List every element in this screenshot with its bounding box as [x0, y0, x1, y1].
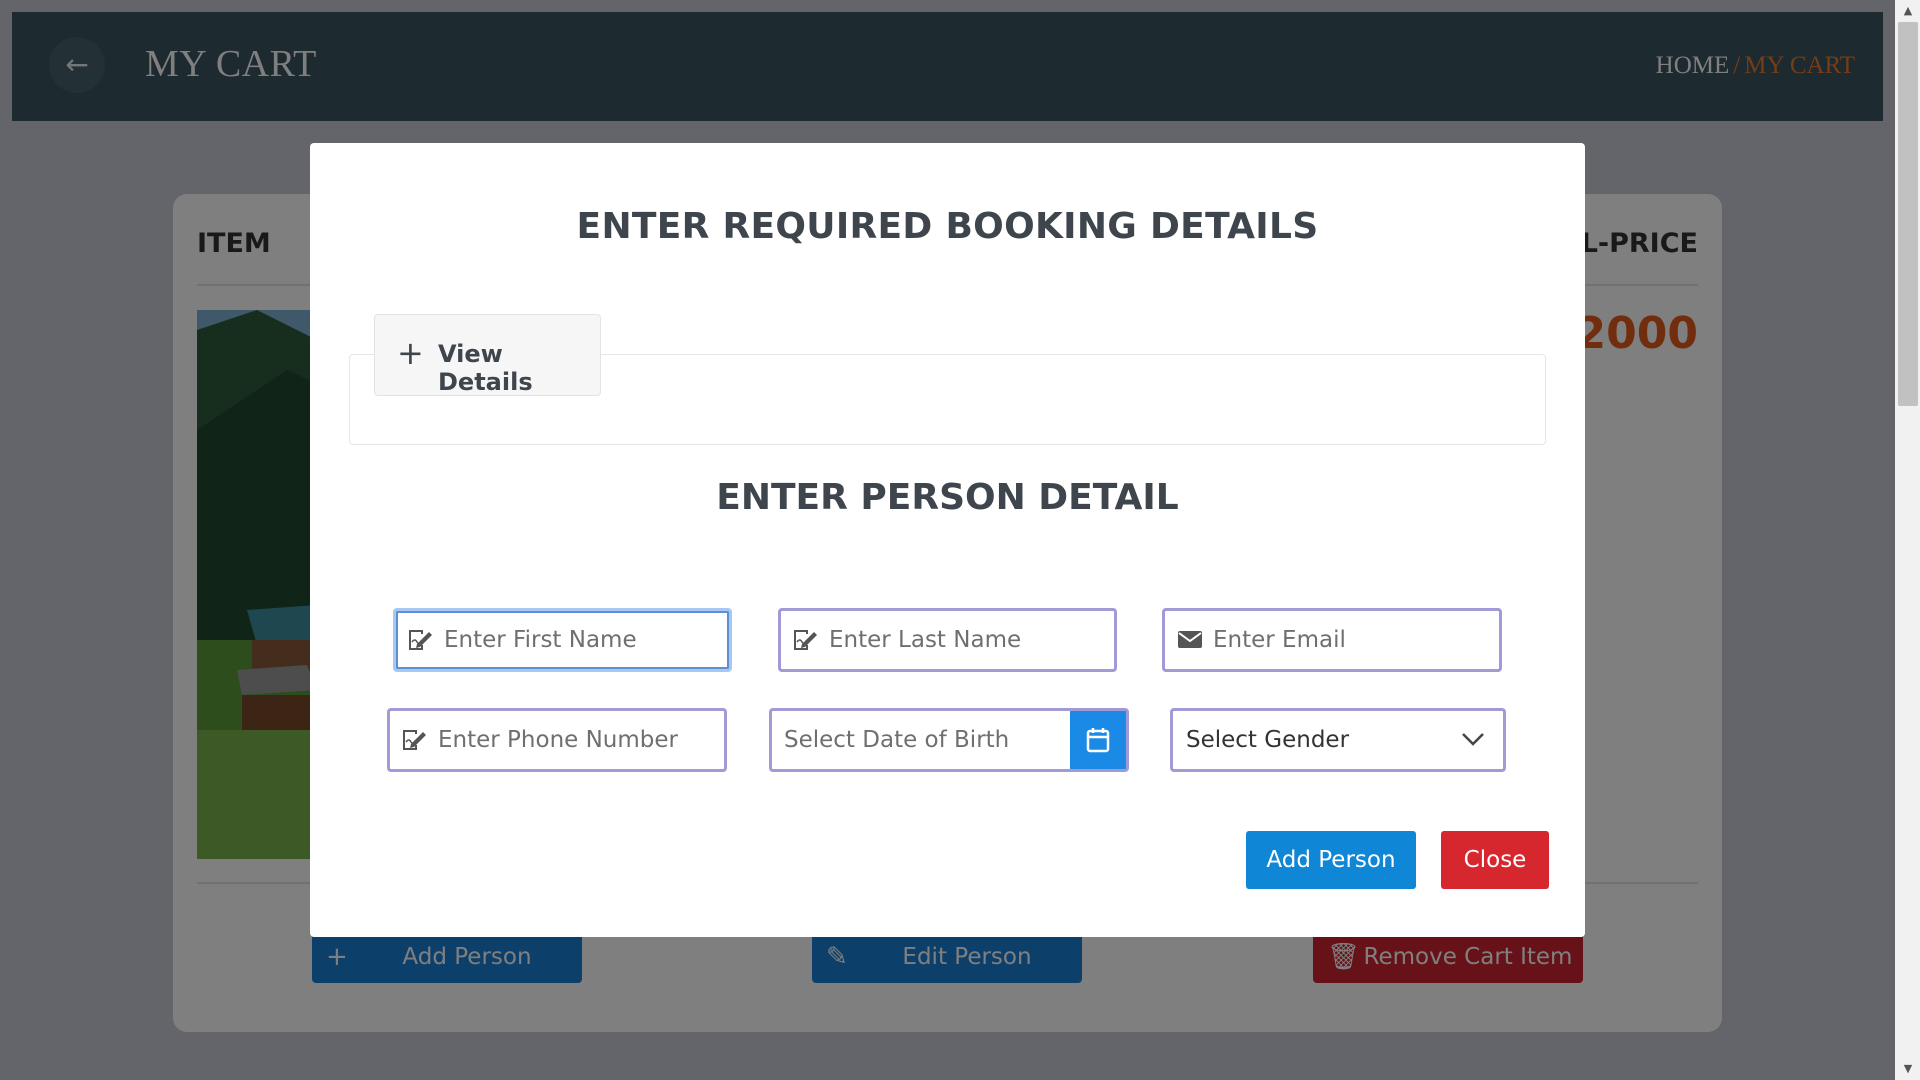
first-name-input[interactable]	[444, 611, 721, 669]
plus-icon: +	[397, 334, 424, 372]
first-name-field	[393, 608, 732, 672]
date-of-birth-input[interactable]	[784, 711, 1074, 769]
phone-input[interactable]	[438, 711, 716, 769]
scroll-up-arrow[interactable]: ▲	[1898, 2, 1918, 20]
gender-select-value: Select Gender	[1186, 727, 1350, 753]
modal-add-person-button[interactable]: Add Person	[1246, 831, 1416, 889]
email-input[interactable]	[1213, 611, 1491, 669]
person-detail-heading: ENTER PERSON DETAIL	[716, 477, 1179, 518]
calendar-icon	[1086, 728, 1110, 753]
scrollbar-thumb[interactable]	[1898, 22, 1918, 406]
last-name-field	[778, 608, 1117, 672]
signature-icon	[794, 630, 817, 650]
chevron-down-icon	[1462, 733, 1484, 746]
view-details-toggle[interactable]: + View Details	[374, 314, 601, 396]
date-picker-button[interactable]	[1070, 711, 1126, 769]
modal-title: ENTER REQUIRED BOOKING DETAILS	[576, 206, 1319, 247]
signature-icon	[403, 730, 426, 750]
booking-details-modal: ENTER REQUIRED BOOKING DETAILS + View De…	[310, 143, 1585, 937]
gender-select[interactable]: Select Gender	[1170, 708, 1506, 772]
envelope-icon	[1178, 631, 1202, 648]
phone-field	[387, 708, 727, 772]
modal-close-button[interactable]: Close	[1441, 831, 1549, 889]
date-of-birth-field	[769, 708, 1129, 772]
view-details-label: View Details	[438, 340, 533, 396]
signature-icon	[409, 630, 432, 650]
scroll-down-arrow[interactable]: ▼	[1898, 1060, 1918, 1078]
last-name-input[interactable]	[829, 611, 1106, 669]
email-field	[1162, 608, 1502, 672]
